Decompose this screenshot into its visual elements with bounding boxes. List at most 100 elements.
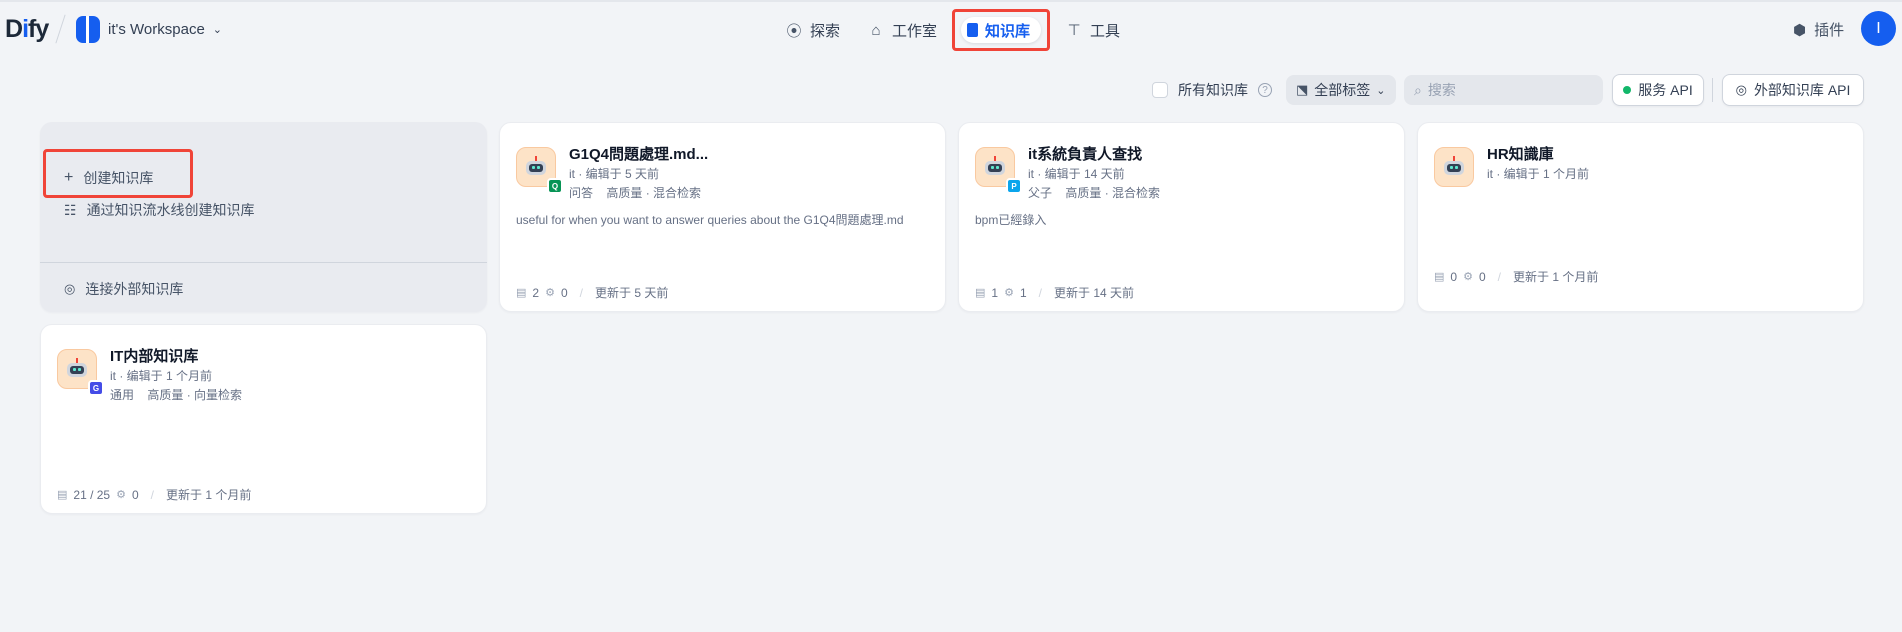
external-link-icon: ◎ [1735, 82, 1747, 97]
kb-card[interactable]: P it系統負責人查找 it · 编辑于 14 天前 父子 高质量 · 混合检索… [958, 122, 1405, 312]
kb-card[interactable]: HR知識庫 it · 编辑于 1 个月前 ▤ 0 ⚙ 0 / 更新于 1 个月前 [1417, 122, 1864, 312]
nav-tools-label: 工具 [1090, 22, 1121, 40]
search-input[interactable] [1427, 82, 1588, 98]
service-api-label: 服务 API [1638, 82, 1693, 98]
create-pipeline-label: 通过知识流水线创建知识库 [86, 202, 255, 218]
app-count: 0 [560, 285, 568, 300]
footer-sep: / [1038, 285, 1042, 300]
hammer-icon: ⊤ [1067, 22, 1081, 39]
external-api-label: 外部知识库 API [1753, 82, 1851, 98]
kb-tags: 通用 高质量 · 向量检索 [110, 386, 252, 403]
robot-small-icon: ⚙ [1463, 271, 1473, 283]
kb-tag: 高质量 · 向量检索 [147, 388, 243, 402]
updated-time: 更新于 1 个月前 [1513, 270, 1599, 284]
tag-filter-label: 全部标签 [1314, 82, 1371, 98]
search-box[interactable]: ⌕ [1404, 75, 1603, 105]
tag-filter-dropdown[interactable]: ⬔ 全部标签 ⌄ [1286, 75, 1396, 105]
robot-icon: ⌂ [871, 21, 881, 39]
nav-explore-label: 探索 [810, 22, 841, 40]
updated-time: 更新于 5 天前 [595, 286, 669, 300]
app-count: 0 [131, 487, 139, 502]
service-api-button[interactable]: 服务 API [1612, 74, 1704, 106]
kb-tag: 高质量 · 混合检索 [606, 186, 702, 200]
dify-logo[interactable]: Dify [5, 15, 49, 44]
doc-count: 21 / 25 [73, 487, 111, 502]
create-highlight-box [43, 149, 193, 198]
kb-robot-icon: Q [516, 147, 563, 194]
help-icon[interactable]: ? [1258, 83, 1272, 97]
footer-sep: / [579, 285, 583, 300]
nav-knowledge-label: 知识库 [985, 22, 1031, 40]
nav-knowledge[interactable]: 知识库 [952, 9, 1050, 51]
kb-title: IT内部知识库 [110, 348, 199, 365]
kb-tag: 高质量 · 混合检索 [1065, 186, 1161, 200]
nav-studio-label: 工作室 [892, 22, 938, 40]
kb-tag: 父子 [1028, 186, 1053, 200]
kb-robot-icon [1434, 147, 1474, 187]
kb-title: HR知識庫 [1487, 146, 1554, 163]
create-pipeline-button[interactable]: ☷ 通过知识流水线创建知识库 [64, 200, 255, 220]
kb-footer: ▤ 21 / 25 ⚙ 0 / 更新于 1 个月前 [57, 486, 251, 503]
doc-count: 1 [991, 285, 999, 300]
kb-meta: it · 编辑于 1 个月前 [110, 369, 213, 383]
qa-badge-icon: Q [547, 178, 563, 194]
app-count: 0 [1478, 269, 1486, 284]
kb-tags: 父子 高质量 · 混合检索 [1028, 184, 1170, 201]
kb-title: G1Q4問題處理.md... [569, 146, 709, 163]
document-icon: ▤ [975, 287, 986, 299]
nav-studio[interactable]: ⌂ 工作室 [868, 10, 937, 50]
app-count: 1 [1019, 285, 1027, 300]
toolbar-divider [1712, 78, 1713, 102]
footer-sep: / [1497, 269, 1501, 284]
all-kb-checkbox[interactable] [1152, 82, 1168, 98]
chevron-down-icon: ⌄ [1376, 84, 1386, 97]
card-divider [40, 262, 487, 263]
chevron-down-icon: ⌄ [212, 24, 223, 36]
workspace-icon [76, 16, 100, 43]
general-badge-icon: G [88, 380, 104, 396]
kb-card[interactable]: G IT内部知识库 it · 编辑于 1 个月前 通用 高质量 · 向量检索 ▤… [40, 324, 487, 514]
document-icon: ▤ [1434, 271, 1445, 283]
kb-footer: ▤ 1 ⚙ 1 / 更新于 14 天前 [975, 284, 1134, 301]
parent-child-badge-icon: P [1006, 178, 1022, 194]
kb-meta: it · 编辑于 1 个月前 [1487, 167, 1590, 181]
kb-title: it系統負責人查找 [1028, 146, 1143, 163]
kb-card[interactable]: Q G1Q4問題處理.md... it · 编辑于 5 天前 问答 高质量 · … [499, 122, 946, 312]
kb-description: bpm已經錄入 [975, 213, 1047, 227]
footer-sep: / [150, 487, 155, 502]
all-kb-label: 所有知识库 [1178, 82, 1248, 98]
status-dot [1623, 86, 1632, 94]
plugins-button[interactable]: ⬢ 插件 [1793, 19, 1844, 40]
kb-meta: it · 编辑于 14 天前 [1028, 167, 1125, 181]
updated-time: 更新于 1 个月前 [166, 488, 252, 502]
kb-meta: it · 编辑于 5 天前 [569, 167, 660, 181]
kb-tag: 通用 [110, 388, 135, 402]
user-avatar[interactable]: I [1861, 11, 1896, 46]
nav-tools[interactable]: ⊤ 工具 [1066, 10, 1120, 50]
kb-tag: 问答 [569, 186, 594, 200]
external-api-button[interactable]: ◎ 外部知识库 API [1722, 74, 1864, 106]
search-icon: ⌕ [1414, 81, 1422, 98]
kb-robot-icon: G [57, 349, 104, 396]
all-kb-filter[interactable]: 所有知识库 ? [1152, 80, 1272, 100]
tag-icon: ⬔ [1296, 82, 1309, 97]
external-kb-icon: ◎ [64, 281, 76, 296]
kb-footer: ▤ 2 ⚙ 0 / 更新于 5 天前 [516, 284, 668, 301]
nav-explore[interactable]: ⦿ 探索 [786, 10, 840, 50]
pipeline-icon: ☷ [64, 201, 77, 218]
kb-description: useful for when you want to answer queri… [516, 213, 904, 227]
connect-external-kb-button[interactable]: ◎ 连接外部知识库 [64, 279, 183, 299]
kb-footer: ▤ 0 ⚙ 0 / 更新于 1 个月前 [1434, 268, 1598, 285]
plugins-label: 插件 [1814, 22, 1845, 39]
top-border [0, 0, 1902, 2]
workspace-name: it's Workspace [108, 21, 205, 38]
robot-small-icon: ⚙ [116, 489, 126, 501]
updated-time: 更新于 14 天前 [1054, 286, 1135, 300]
book-icon [967, 23, 978, 37]
cube-icon: ⬢ [1793, 21, 1807, 39]
robot-small-icon: ⚙ [545, 287, 555, 299]
compass-icon: ⦿ [786, 22, 802, 40]
doc-count: 2 [532, 285, 540, 300]
kb-robot-icon: P [975, 147, 1022, 194]
workspace-switcher[interactable]: it's Workspace ⌄ [62, 16, 222, 43]
